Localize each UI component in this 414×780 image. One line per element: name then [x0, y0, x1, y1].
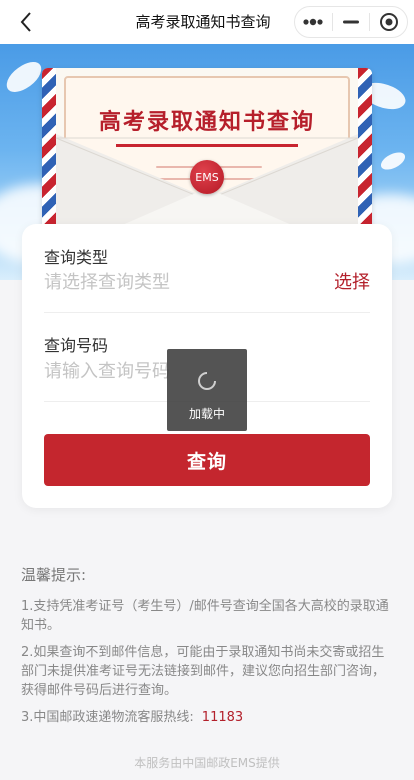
query-number-label: 查询号码 — [44, 336, 109, 355]
tip-item: 1.支持凭准考证号（考生号）/邮件号查询全国各大高校的录取通知书。 — [21, 599, 389, 633]
wing-decoration — [1, 57, 47, 97]
query-type-label: 查询类型 — [44, 248, 109, 267]
loading-toast: 加载中 — [167, 349, 247, 431]
minimize-button[interactable] — [333, 7, 370, 37]
loading-spinner-icon — [198, 372, 216, 390]
tips-title: 温馨提示: — [21, 566, 87, 584]
query-number-input[interactable]: 请输入查询号码 — [44, 357, 170, 383]
tip-item-hotline: 3.中国邮政速递物流客服热线: 11183 — [21, 708, 393, 727]
hotline-label: 3.中国邮政速递物流客服热线: — [21, 710, 194, 725]
query-type-placeholder: 请选择查询类型 — [44, 272, 170, 293]
query-button[interactable]: 查询 — [44, 434, 370, 486]
close-button[interactable] — [370, 7, 407, 37]
more-button[interactable] — [295, 7, 332, 37]
query-type-field[interactable]: 查询类型 请选择查询类型 选择 — [22, 224, 392, 312]
select-type-button[interactable]: 选择 — [334, 268, 370, 294]
mini-program-capsule — [294, 6, 408, 38]
target-close-icon — [379, 13, 398, 31]
wing-decoration — [378, 149, 408, 173]
tip-item: 2.如果查询不到邮件信息，可能由于录取通知书尚未交寄或招生部门未提供准考证号无法… — [21, 645, 386, 698]
tips-section: 温馨提示: 1.支持凭准考证号（考生号）/邮件号查询全国各大高校的录取通知书。 … — [21, 564, 393, 735]
navigation-bar: 高考录取通知书查询 — [0, 0, 414, 44]
hotline-number[interactable]: 11183 — [202, 710, 243, 725]
ems-seal: EMS — [190, 160, 224, 194]
loading-text: 加载中 — [188, 407, 225, 421]
footer-text: 本服务由中国邮政EMS提供 — [134, 756, 280, 770]
minimize-icon — [343, 20, 359, 24]
more-dots-icon — [303, 18, 323, 26]
